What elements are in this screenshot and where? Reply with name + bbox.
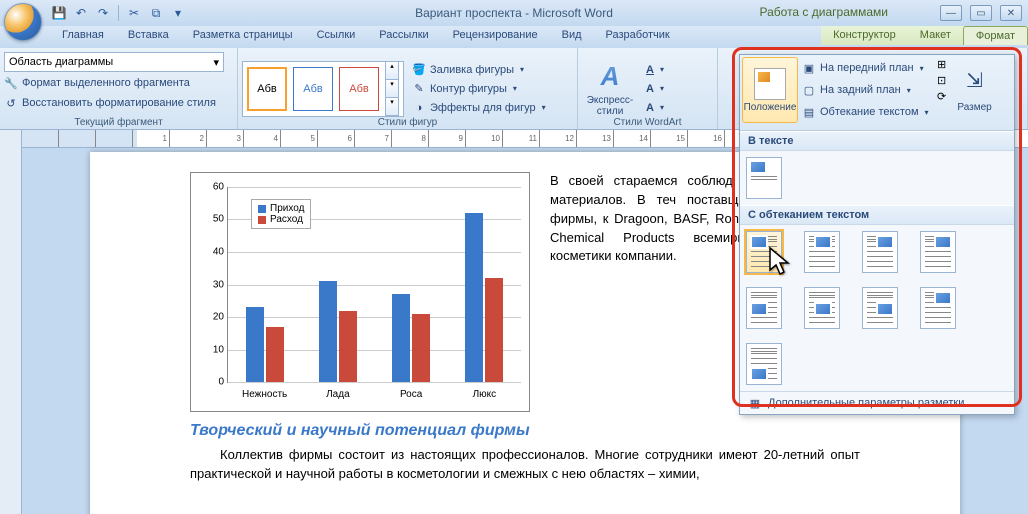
- save-icon[interactable]: 💾: [50, 4, 68, 22]
- tab-insert[interactable]: Вставка: [116, 26, 181, 48]
- gallery-scroll[interactable]: ▴▾▾: [385, 61, 399, 117]
- dropdown-section-header: С обтеканием текстом: [740, 205, 1014, 225]
- group-label: Стили фигур: [238, 117, 577, 128]
- maximize-button[interactable]: ▭: [970, 5, 992, 21]
- tab-review[interactable]: Рецензирование: [441, 26, 550, 48]
- shape-effects-button[interactable]: ◑Эффекты для фигур▾: [408, 99, 550, 117]
- position-extra[interactable]: [920, 287, 956, 329]
- tab-home[interactable]: Главная: [50, 26, 116, 48]
- style-thumb[interactable]: Абв: [339, 67, 379, 111]
- position-icon: [754, 68, 786, 100]
- redo-icon[interactable]: ↷: [94, 4, 112, 22]
- position-top-right[interactable]: [862, 231, 898, 273]
- reset-icon: ↺: [4, 96, 18, 110]
- tab-design[interactable]: Конструктор: [821, 26, 908, 45]
- send-back-icon: ▢: [802, 83, 816, 97]
- style-thumb[interactable]: Абв: [293, 67, 333, 111]
- wordart-icon: A: [594, 61, 626, 93]
- size-icon: ⇲: [959, 68, 991, 100]
- position-middle-right[interactable]: [862, 287, 898, 329]
- contextual-tab-title: Работа с диаграммами: [760, 5, 889, 19]
- position-middle-left[interactable]: [746, 287, 782, 329]
- body-text: Коллектив фирмы состоит из настоящих про…: [190, 446, 860, 484]
- title-bar: 💾 ↶ ↷ ✂ ⧉ ▾ Вариант проспекта - Microsof…: [0, 0, 1028, 26]
- position-extra[interactable]: [920, 231, 956, 273]
- position-top-center[interactable]: [804, 231, 840, 273]
- text-outline-button[interactable]: A▾: [642, 80, 668, 98]
- size-button[interactable]: ⇲ Размер: [953, 57, 997, 123]
- reset-style-button[interactable]: ↺ Восстановить форматирование стиля: [4, 94, 233, 112]
- tab-developer[interactable]: Разработчик: [594, 26, 682, 48]
- shape-fill-button[interactable]: 🪣Заливка фигуры▾: [408, 61, 550, 79]
- group-icon[interactable]: ⊡: [935, 73, 949, 87]
- group-label: Текущий фрагмент: [0, 117, 237, 128]
- embedded-chart[interactable]: 0102030405060НежностьЛадаРосаЛюкс Приход…: [190, 172, 530, 412]
- vertical-ruler[interactable]: [0, 130, 22, 514]
- format-icon: 🔧: [4, 76, 18, 90]
- tab-layout[interactable]: Разметка страницы: [181, 26, 305, 48]
- tab-references[interactable]: Ссылки: [305, 26, 368, 48]
- undo-icon[interactable]: ↶: [72, 4, 90, 22]
- office-button[interactable]: [4, 3, 42, 41]
- format-selection-button[interactable]: 🔧 Формат выделенного фрагмента: [4, 74, 233, 92]
- qat-more-icon[interactable]: ▾: [169, 4, 187, 22]
- bring-front-icon: ▣: [802, 61, 816, 75]
- shape-styles-gallery[interactable]: Абв Абв Абв ▴▾▾: [242, 61, 404, 117]
- window-title: Вариант проспекта - Microsoft Word: [415, 6, 613, 20]
- position-button[interactable]: Положение: [742, 57, 798, 123]
- separator: [118, 5, 119, 21]
- dropdown-section-header: В тексте: [740, 131, 1014, 151]
- outline-icon: ✎: [412, 82, 426, 96]
- tab-mailings[interactable]: Рассылки: [367, 26, 440, 48]
- wrap-icon: ▤: [802, 105, 816, 119]
- close-button[interactable]: ✕: [1000, 5, 1022, 21]
- quick-access-toolbar: 💾 ↶ ↷ ✂ ⧉ ▾: [50, 4, 187, 22]
- position-inline[interactable]: [746, 157, 782, 199]
- dialog-icon: ▦: [748, 396, 762, 410]
- bring-front-button[interactable]: ▣На передний план▾: [802, 57, 929, 79]
- style-thumb[interactable]: Абв: [247, 67, 287, 111]
- shape-outline-button[interactable]: ✎Контур фигуры▾: [408, 80, 550, 98]
- chart-element-combo[interactable]: Область диаграммы ▾: [4, 52, 224, 72]
- text-wrap-button[interactable]: ▤Обтекание текстом▾: [802, 101, 929, 123]
- cut-icon[interactable]: ✂: [125, 4, 143, 22]
- tab-chart-layout[interactable]: Макет: [908, 26, 963, 45]
- wordart-styles-button[interactable]: A Экспресс-стили: [582, 56, 638, 122]
- tab-view[interactable]: Вид: [550, 26, 594, 48]
- position-bottom-left[interactable]: [746, 343, 782, 385]
- group-label: Стили WordArt: [578, 117, 717, 128]
- heading: Творческий и научный потенциал фирмы: [190, 422, 860, 440]
- combo-value: Область диаграммы: [9, 56, 113, 68]
- tab-format[interactable]: Формат: [963, 26, 1028, 45]
- text-effects-button[interactable]: A▾: [642, 99, 668, 117]
- chevron-down-icon: ▾: [213, 56, 219, 69]
- minimize-button[interactable]: —: [940, 5, 962, 21]
- position-middle-center[interactable]: [804, 287, 840, 329]
- copy-icon[interactable]: ⧉: [147, 4, 165, 22]
- position-top-left[interactable]: [746, 231, 782, 273]
- align-icon[interactable]: ⊞: [935, 57, 949, 71]
- rotate-icon[interactable]: ⟳: [935, 89, 949, 103]
- fill-icon: 🪣: [412, 63, 426, 77]
- ribbon-tabs: Главная Вставка Разметка страницы Ссылки…: [0, 26, 1028, 48]
- effects-icon: ◑: [412, 101, 426, 115]
- more-layout-options[interactable]: ▦ Дополнительные параметры разметки...: [740, 391, 1014, 414]
- position-dropdown: Положение ▣На передний план▾ ▢На задний …: [739, 54, 1015, 415]
- text-fill-button[interactable]: A▾: [642, 61, 668, 79]
- send-back-button[interactable]: ▢На задний план▾: [802, 79, 929, 101]
- chart-legend: Приход Расход: [251, 199, 311, 229]
